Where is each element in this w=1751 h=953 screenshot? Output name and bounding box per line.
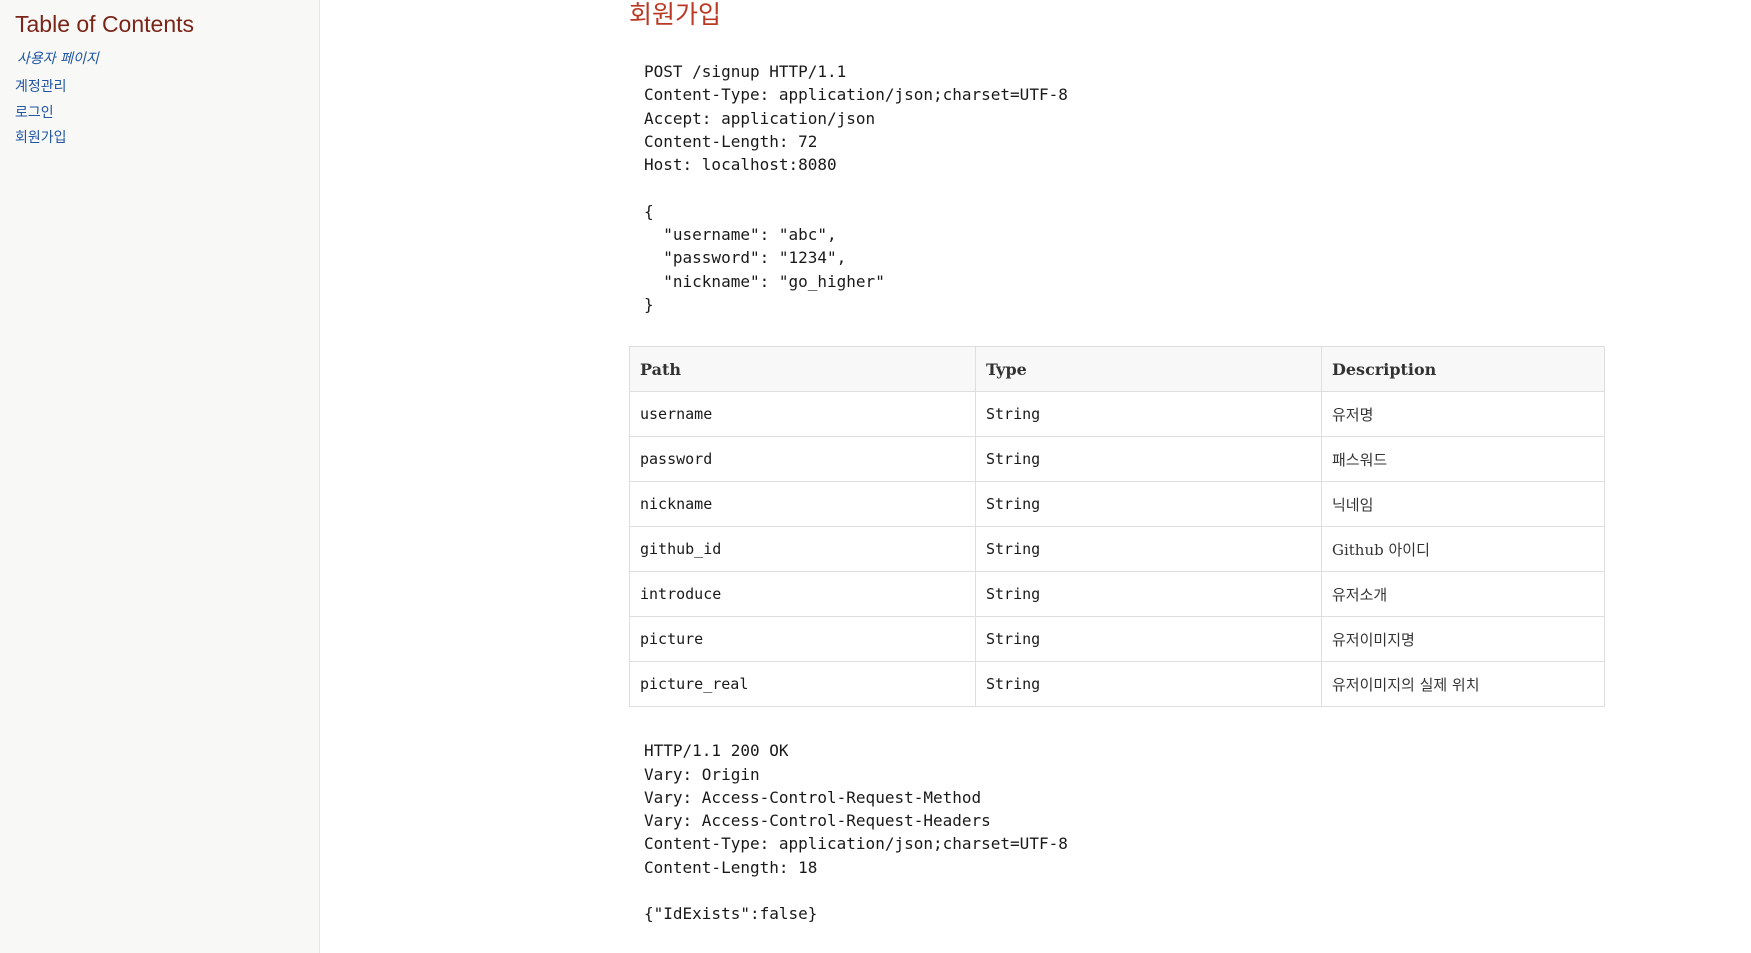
toc-item-user-page: 사용자 페이지: [15, 50, 319, 68]
table-row: password String 패스워드: [629, 436, 1605, 483]
cell-path: picture_real: [629, 661, 976, 708]
http-response-listing: HTTP/1.1 200 OK Vary: Origin Vary: Acces…: [629, 739, 1609, 925]
toc-item-account: 계정관리 로그인 회원가입: [15, 78, 319, 147]
cell-path: nickname: [629, 481, 976, 528]
toc-link-user-page[interactable]: 사용자 페이지: [15, 50, 319, 68]
toc-link-signup[interactable]: 회원가입: [15, 129, 319, 147]
header-type: Type: [975, 346, 1322, 393]
toc-link-account[interactable]: 계정관리: [15, 78, 319, 96]
table-header-row: Path Type Description: [629, 346, 1605, 393]
table-row: nickname String 닉네임: [629, 481, 1605, 528]
cell-path: password: [629, 436, 976, 483]
request-fields-table: Path Type Description username String 유저명 p…: [629, 346, 1605, 708]
toc-item-login: 로그인: [15, 104, 319, 122]
table-row: introduce String 유저소개: [629, 571, 1605, 618]
http-request-listing: POST /signup HTTP/1.1 Content-Type: appl…: [629, 60, 1609, 316]
cell-description: 유저명: [1321, 391, 1605, 438]
cell-path: username: [629, 391, 976, 438]
response-line: HTTP/1.1 200 OK: [644, 741, 789, 761]
toc-sidebar: Table of Contents 사용자 페이지 계정관리 로그인 회원가입: [0, 0, 320, 953]
cell-type: String: [975, 436, 1322, 483]
request-line: "password": "1234",: [644, 248, 847, 268]
cell-description: Github 아이디: [1321, 526, 1605, 573]
cell-type: String: [975, 526, 1322, 573]
toc-sublist: 로그인 회원가입: [15, 104, 319, 147]
request-line: Host: localhost:8080: [644, 155, 837, 175]
toc-list: 사용자 페이지 계정관리 로그인 회원가입: [15, 50, 319, 147]
request-line: "nickname": "go_higher": [644, 271, 885, 291]
header-path: Path: [629, 346, 976, 393]
request-line: {: [644, 201, 654, 221]
table-row: github_id String Github 아이디: [629, 526, 1605, 573]
request-line: "username": "abc",: [644, 225, 837, 245]
response-line: Vary: Access-Control-Request-Headers: [644, 811, 991, 831]
request-line: POST /signup HTTP/1.1: [644, 62, 847, 81]
toc-item-signup: 회원가입: [15, 129, 319, 147]
toc-title: Table of Contents: [15, 11, 195, 37]
table-row: picture_real String 유저이미지의 실제 위치: [629, 661, 1605, 708]
table-row: picture String 유저이미지명: [629, 616, 1605, 663]
cell-description: 유저이미지의 실제 위치: [1321, 661, 1605, 708]
request-line: Content-Type: application/json;charset=U…: [644, 85, 1068, 105]
request-line: Content-Length: 72: [644, 131, 818, 151]
request-line: }: [644, 294, 654, 314]
cell-type: String: [975, 661, 1322, 708]
response-line: Content-Length: 18: [644, 857, 818, 877]
header-description: Description: [1321, 346, 1605, 393]
section-title: 회원가입: [629, 1, 722, 29]
toc-link-login[interactable]: 로그인: [15, 104, 319, 122]
table-row: username String 유저명: [629, 391, 1605, 438]
cell-type: String: [975, 391, 1322, 438]
cell-type: String: [975, 481, 1322, 528]
cell-description: 닉네임: [1321, 481, 1605, 528]
cell-path: introduce: [629, 571, 976, 618]
cell-description: 패스워드: [1321, 436, 1605, 483]
cell-description: 유저이미지명: [1321, 616, 1605, 663]
response-line: {"IdExists":false}: [644, 904, 818, 924]
cell-path: github_id: [629, 526, 976, 573]
cell-type: String: [975, 571, 1322, 618]
cell-path: picture: [629, 616, 976, 663]
response-line: Vary: Access-Control-Request-Method: [644, 787, 982, 807]
response-line: Vary: Origin: [644, 764, 760, 784]
response-line: Content-Type: application/json;charset=U…: [644, 834, 1068, 854]
cell-type: String: [975, 616, 1322, 663]
cell-description: 유저소개: [1321, 571, 1605, 618]
request-line: Accept: application/json: [644, 108, 876, 128]
main-content: 회원가입 POST /signup HTTP/1.1 Content-Type:…: [629, 0, 1609, 926]
